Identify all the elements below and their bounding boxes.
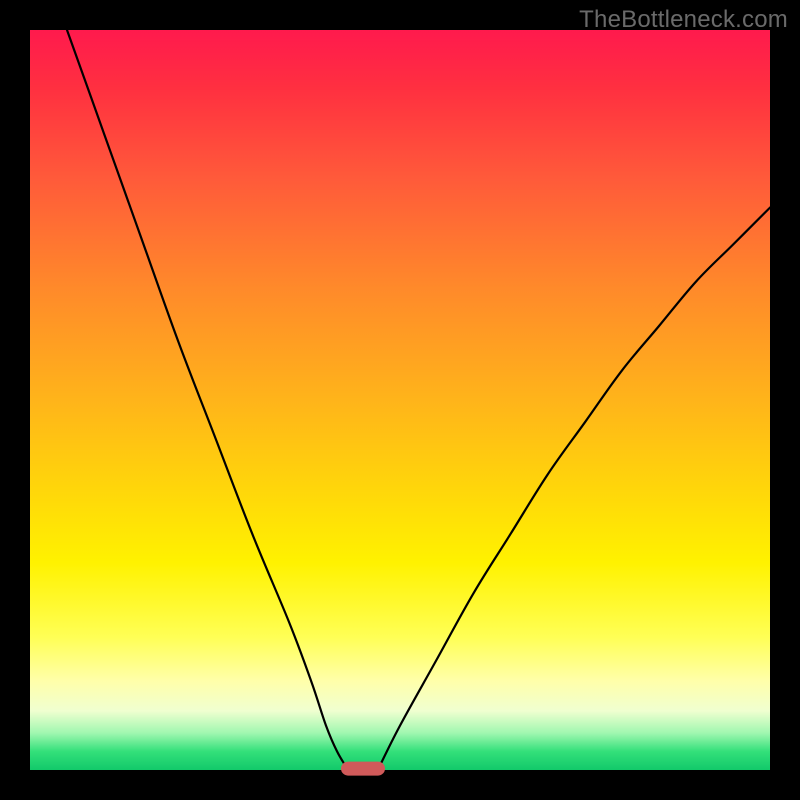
- plot-area: [30, 30, 770, 770]
- curve-layer: [30, 30, 770, 770]
- left-curve: [67, 30, 348, 770]
- bottleneck-marker: [341, 762, 385, 776]
- chart-frame: TheBottleneck.com: [0, 0, 800, 800]
- right-curve: [378, 208, 770, 770]
